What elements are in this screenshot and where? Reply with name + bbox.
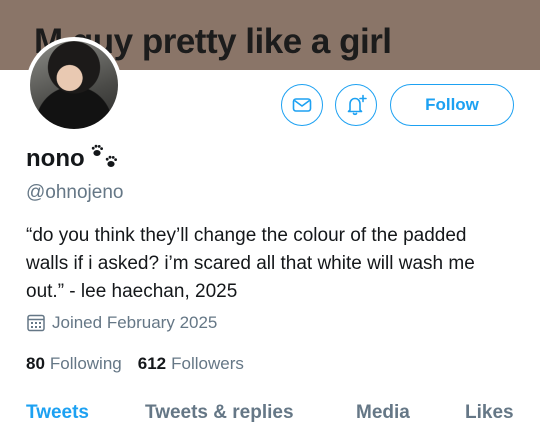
paw-prints-icon xyxy=(91,144,117,167)
follow-button[interactable]: Follow xyxy=(390,84,514,126)
followers-label: Followers xyxy=(171,354,244,373)
joined-date: Joined February 2025 xyxy=(52,313,218,332)
avatar[interactable] xyxy=(26,37,122,133)
tab-tweets-replies[interactable]: Tweets & replies xyxy=(145,402,294,424)
followers-link[interactable]: 612 Followers xyxy=(138,354,244,374)
profile-bio: “do you think they’ll change the colour … xyxy=(26,225,475,302)
following-count: 80 xyxy=(26,354,45,373)
name-row: nono xyxy=(26,144,123,173)
calendar-icon xyxy=(27,314,45,332)
following-label: Following xyxy=(49,354,122,373)
stats-row: 80 Following 612 Followers xyxy=(26,354,244,374)
mail-icon xyxy=(292,98,312,112)
tab-likes[interactable]: Likes xyxy=(465,402,514,424)
tab-tweets[interactable]: Tweets xyxy=(26,402,89,424)
following-link[interactable]: 80 Following xyxy=(26,354,122,374)
bell-plus-icon xyxy=(347,94,367,116)
message-button[interactable] xyxy=(281,84,323,126)
joined-row: Joined February 2025 xyxy=(26,313,217,333)
tab-media[interactable]: Media xyxy=(356,402,410,424)
display-name: nono xyxy=(26,145,85,172)
followers-count: 612 xyxy=(137,354,167,373)
avatar-photo xyxy=(30,41,118,129)
profile-handle: @ohnojeno xyxy=(26,182,124,203)
notify-button[interactable] xyxy=(335,84,377,126)
